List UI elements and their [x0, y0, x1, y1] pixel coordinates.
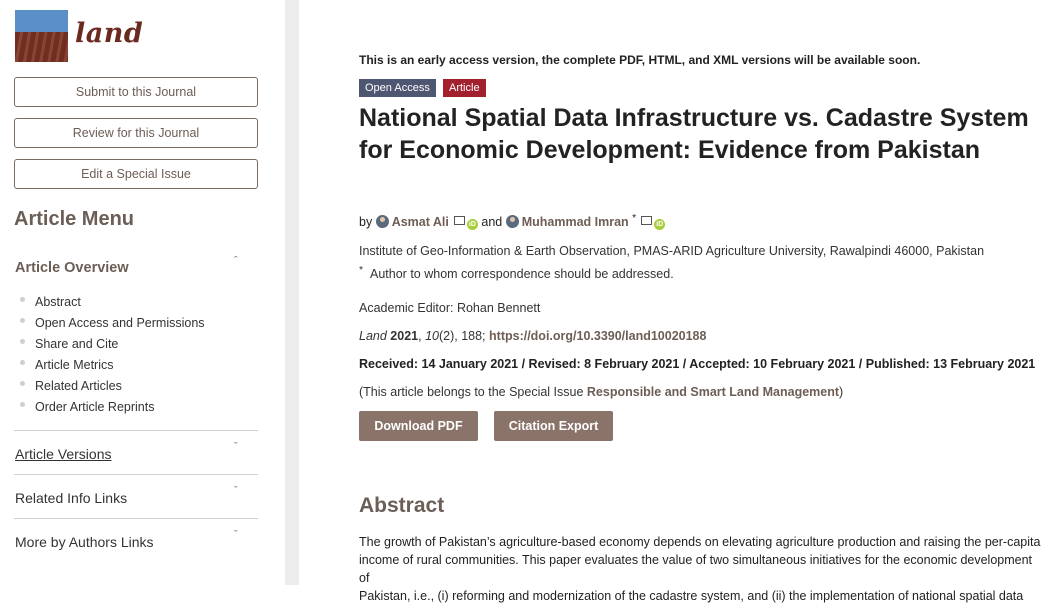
corresponding-mark: *	[632, 213, 637, 224]
overview-item-open-access[interactable]: Open Access and Permissions	[20, 315, 205, 336]
bullet-icon	[20, 318, 25, 323]
chevron-up-icon[interactable]: ˆ	[234, 255, 238, 267]
bullet-icon	[20, 297, 25, 302]
overview-item-related[interactable]: Related Articles	[20, 378, 205, 399]
authors-links-toggle[interactable]: More by Authors Links	[15, 534, 154, 550]
column-gutter	[285, 0, 299, 585]
publication-dates: Received: 14 January 2021 / Revised: 8 F…	[359, 357, 1036, 371]
sidebar: land Submit to this Journal Review for t…	[0, 0, 285, 585]
affiliation: Institute of Geo-Information & Earth Obs…	[359, 244, 985, 258]
email-icon[interactable]	[453, 216, 465, 226]
author-avatar-icon	[505, 215, 519, 229]
special-issue-note: (This article belongs to the Special Iss…	[359, 385, 844, 399]
article-overview-toggle[interactable]: Article Overview	[15, 260, 129, 276]
related-info-links-toggle[interactable]: Related Info Links	[15, 490, 127, 506]
edit-special-issue-button[interactable]: Edit a Special Issue	[14, 159, 258, 189]
special-issue-link[interactable]: Responsible and Smart Land Management	[587, 385, 839, 399]
overview-item-metrics[interactable]: Article Metrics	[20, 357, 205, 378]
divider	[14, 518, 258, 519]
author-link-muhammad-imran[interactable]: Muhammad Imran	[522, 215, 629, 229]
journal-logo-image[interactable]	[15, 10, 68, 62]
article-menu-title: Article Menu	[14, 208, 135, 230]
bullet-icon	[20, 402, 25, 407]
correspondence-note: * Author to whom correspondence should b…	[359, 265, 674, 282]
review-for-journal-button[interactable]: Review for this Journal	[14, 118, 258, 148]
orcid-icon[interactable]: iD	[466, 219, 478, 231]
academic-editor: Academic Editor: Rohan Bennett	[359, 301, 541, 315]
chevron-down-icon[interactable]: ˇ	[234, 529, 238, 541]
author-link-asmat-ali[interactable]: Asmat Ali	[392, 215, 449, 229]
author-avatar-icon	[375, 215, 389, 229]
logo-soil	[15, 32, 68, 62]
article-type-badge: Article	[443, 79, 486, 97]
divider	[14, 474, 258, 475]
bullet-icon	[20, 339, 25, 344]
overview-item-share-cite[interactable]: Share and Cite	[20, 336, 205, 357]
open-access-badge: Open Access	[359, 79, 436, 97]
abstract-heading: Abstract	[359, 494, 445, 517]
citation-export-button[interactable]: Citation Export	[494, 411, 613, 441]
article-title: National Spatial Data Infrastructure vs.…	[359, 104, 1029, 164]
overview-item-reprints[interactable]: Order Article Reprints	[20, 399, 205, 420]
article-overview-list: Abstract Open Access and Permissions Sha…	[20, 294, 205, 420]
byline: by Asmat Ali iD and Muhammad Imran *iD	[359, 213, 666, 231]
doi-link[interactable]: https://doi.org/10.3390/land10020188	[489, 329, 706, 343]
abstract-text: The growth of Pakistan’s agriculture-bas…	[359, 535, 1041, 603]
chevron-down-icon[interactable]: ˇ	[234, 441, 238, 453]
divider	[14, 430, 258, 431]
chevron-down-icon[interactable]: ˇ	[234, 485, 238, 497]
download-pdf-button[interactable]: Download PDF	[359, 411, 478, 441]
submit-to-journal-button[interactable]: Submit to this Journal	[14, 77, 258, 107]
overview-item-abstract[interactable]: Abstract	[20, 294, 205, 315]
orcid-icon[interactable]: iD	[654, 219, 666, 231]
journal-logo-text[interactable]: land	[75, 18, 143, 49]
article-versions-toggle[interactable]: Article Versions	[15, 446, 111, 462]
bullet-icon	[20, 381, 25, 386]
citation-line: Land 2021, 10(2), 188; https://doi.org/1…	[359, 329, 707, 343]
bullet-icon	[20, 360, 25, 365]
logo-sky	[15, 10, 68, 32]
early-access-notice: This is an early access version, the com…	[359, 53, 921, 67]
email-icon[interactable]	[641, 216, 653, 226]
